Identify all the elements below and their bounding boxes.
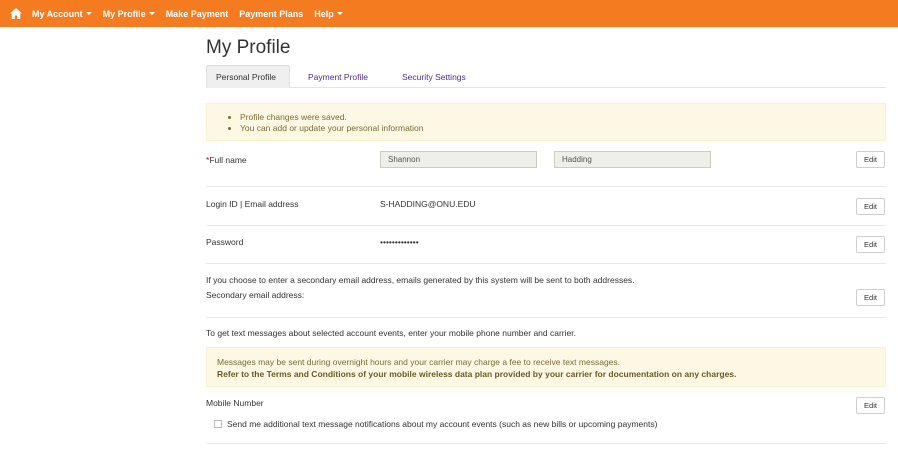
login-row: Login ID | Email address S-HADDING@ONU.E…	[206, 187, 886, 226]
secondary-email-row: If you choose to enter a secondary email…	[206, 264, 886, 318]
profile-saved-alert: Profile changes were saved. You can add …	[206, 103, 886, 141]
profile-tabs: Personal Profile Payment Profile Securit…	[206, 65, 886, 88]
warning-line: Messages may be sent during overnight ho…	[217, 357, 621, 367]
password-value: •••••••••••••	[380, 237, 419, 247]
edit-password-button[interactable]: Edit	[856, 236, 885, 253]
page-title: My Profile	[206, 37, 291, 58]
edit-login-button[interactable]: Edit	[856, 198, 885, 215]
edit-mobile-button[interactable]: Edit	[856, 397, 885, 414]
full-name-label: *Full name	[206, 155, 247, 165]
login-label: Login ID | Email address	[206, 199, 299, 209]
edit-secondary-email-button[interactable]: Edit	[856, 289, 885, 306]
mobile-number-label: Mobile Number	[206, 398, 264, 408]
mobile-number-row: Mobile Number Edit Send me additional te…	[206, 389, 886, 444]
caret-down-icon	[85, 12, 92, 15]
tab-security-settings[interactable]: Security Settings	[393, 65, 475, 88]
alert-item: Profile changes were saved.	[240, 112, 885, 123]
text-notifications-checkbox[interactable]	[214, 420, 222, 428]
caret-down-icon	[148, 12, 155, 15]
full-name-row: *Full name Shannon Hadding Edit	[206, 141, 886, 187]
text-notifications-label: Send me additional text message notifica…	[227, 419, 658, 429]
top-navbar: My Account My Profile Make Payment Payme…	[0, 0, 898, 27]
secondary-email-label: Secondary email address:	[206, 290, 305, 300]
nav-my-profile[interactable]: My Profile	[103, 9, 155, 19]
first-name-field[interactable]: Shannon	[380, 151, 537, 168]
tab-personal-profile[interactable]: Personal Profile	[206, 65, 290, 88]
login-value: S-HADDING@ONU.EDU	[380, 199, 476, 209]
caret-down-icon	[336, 12, 343, 15]
nav-my-account[interactable]: My Account	[32, 9, 92, 19]
home-icon[interactable]	[10, 8, 22, 20]
text-messages-info: To get text messages about selected acco…	[206, 328, 576, 338]
nav-payment-plans[interactable]: Payment Plans	[239, 9, 303, 19]
edit-full-name-button[interactable]: Edit	[856, 151, 885, 168]
password-row: Password ••••••••••••• Edit	[206, 226, 886, 264]
alert-item: You can add or update your personal info…	[240, 123, 885, 134]
nav-make-payment[interactable]: Make Payment	[166, 9, 229, 19]
tab-payment-profile[interactable]: Payment Profile	[299, 65, 377, 88]
nav-help[interactable]: Help	[314, 9, 343, 19]
last-name-field[interactable]: Hadding	[554, 151, 711, 168]
secondary-email-info: If you choose to enter a secondary email…	[206, 275, 635, 285]
password-label: Password	[206, 237, 244, 247]
text-messages-warning: Messages may be sent during overnight ho…	[206, 347, 886, 387]
warning-line-bold: Refer to the Terms and Conditions of you…	[217, 369, 737, 379]
